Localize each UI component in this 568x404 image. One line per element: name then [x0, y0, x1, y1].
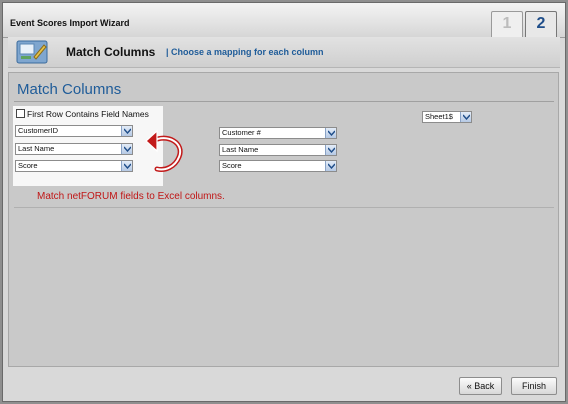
netforum-field-select-1[interactable]: CustomerID	[15, 125, 133, 137]
back-button[interactable]: « Back	[459, 377, 502, 395]
chevron-down-icon[interactable]	[325, 128, 336, 138]
sheet-select-value: Sheet1$	[425, 112, 453, 121]
divider	[14, 101, 554, 102]
step-subtitle: | Choose a mapping for each column	[166, 47, 324, 57]
excel-column-select-1[interactable]: Customer #	[219, 127, 337, 139]
netforum-field-value-2: Last Name	[18, 144, 55, 153]
wizard-icon	[16, 39, 48, 65]
title-bar: Event Scores Import Wizard 1 2	[3, 3, 565, 38]
netforum-field-select-2[interactable]: Last Name	[15, 143, 133, 155]
step-title: Match Columns	[66, 45, 156, 59]
netforum-field-value-3: Score	[18, 161, 38, 170]
curved-arrow-icon	[145, 127, 185, 180]
netforum-field-value-1: CustomerID	[18, 126, 59, 135]
first-row-checkbox-label: First Row Contains Field Names	[27, 109, 149, 119]
excel-column-value-1: Customer #	[222, 128, 261, 137]
mapping-note: Match netFORUM fields to Excel columns.	[37, 191, 225, 202]
chevron-down-icon[interactable]	[325, 161, 336, 171]
sheet-select[interactable]: Sheet1$	[422, 111, 472, 123]
section-title: Match Columns	[17, 81, 122, 98]
divider	[14, 207, 554, 208]
match-columns-panel: Match Columns First Row Contains Field N…	[8, 72, 559, 367]
excel-column-select-3[interactable]: Score	[219, 160, 337, 172]
excel-column-value-3: Score	[222, 161, 242, 170]
finish-button[interactable]: Finish	[511, 377, 557, 395]
netforum-field-select-3[interactable]: Score	[15, 160, 133, 172]
excel-column-value-2: Last Name	[222, 145, 259, 154]
chevron-down-icon[interactable]	[121, 161, 132, 171]
excel-column-select-2[interactable]: Last Name	[219, 144, 337, 156]
step-header: Match Columns | Choose a mapping for eac…	[8, 37, 560, 68]
chevron-down-icon[interactable]	[121, 144, 132, 154]
chevron-down-icon[interactable]	[460, 112, 471, 122]
step-tab-2[interactable]: 2	[525, 11, 557, 38]
chevron-down-icon[interactable]	[325, 145, 336, 155]
window-title: Event Scores Import Wizard	[10, 18, 130, 28]
chevron-down-icon[interactable]	[121, 126, 132, 136]
first-row-checkbox[interactable]	[16, 109, 25, 118]
wizard-window: Event Scores Import Wizard 1 2 Match Col…	[2, 2, 566, 402]
step-tab-1[interactable]: 1	[491, 11, 523, 37]
